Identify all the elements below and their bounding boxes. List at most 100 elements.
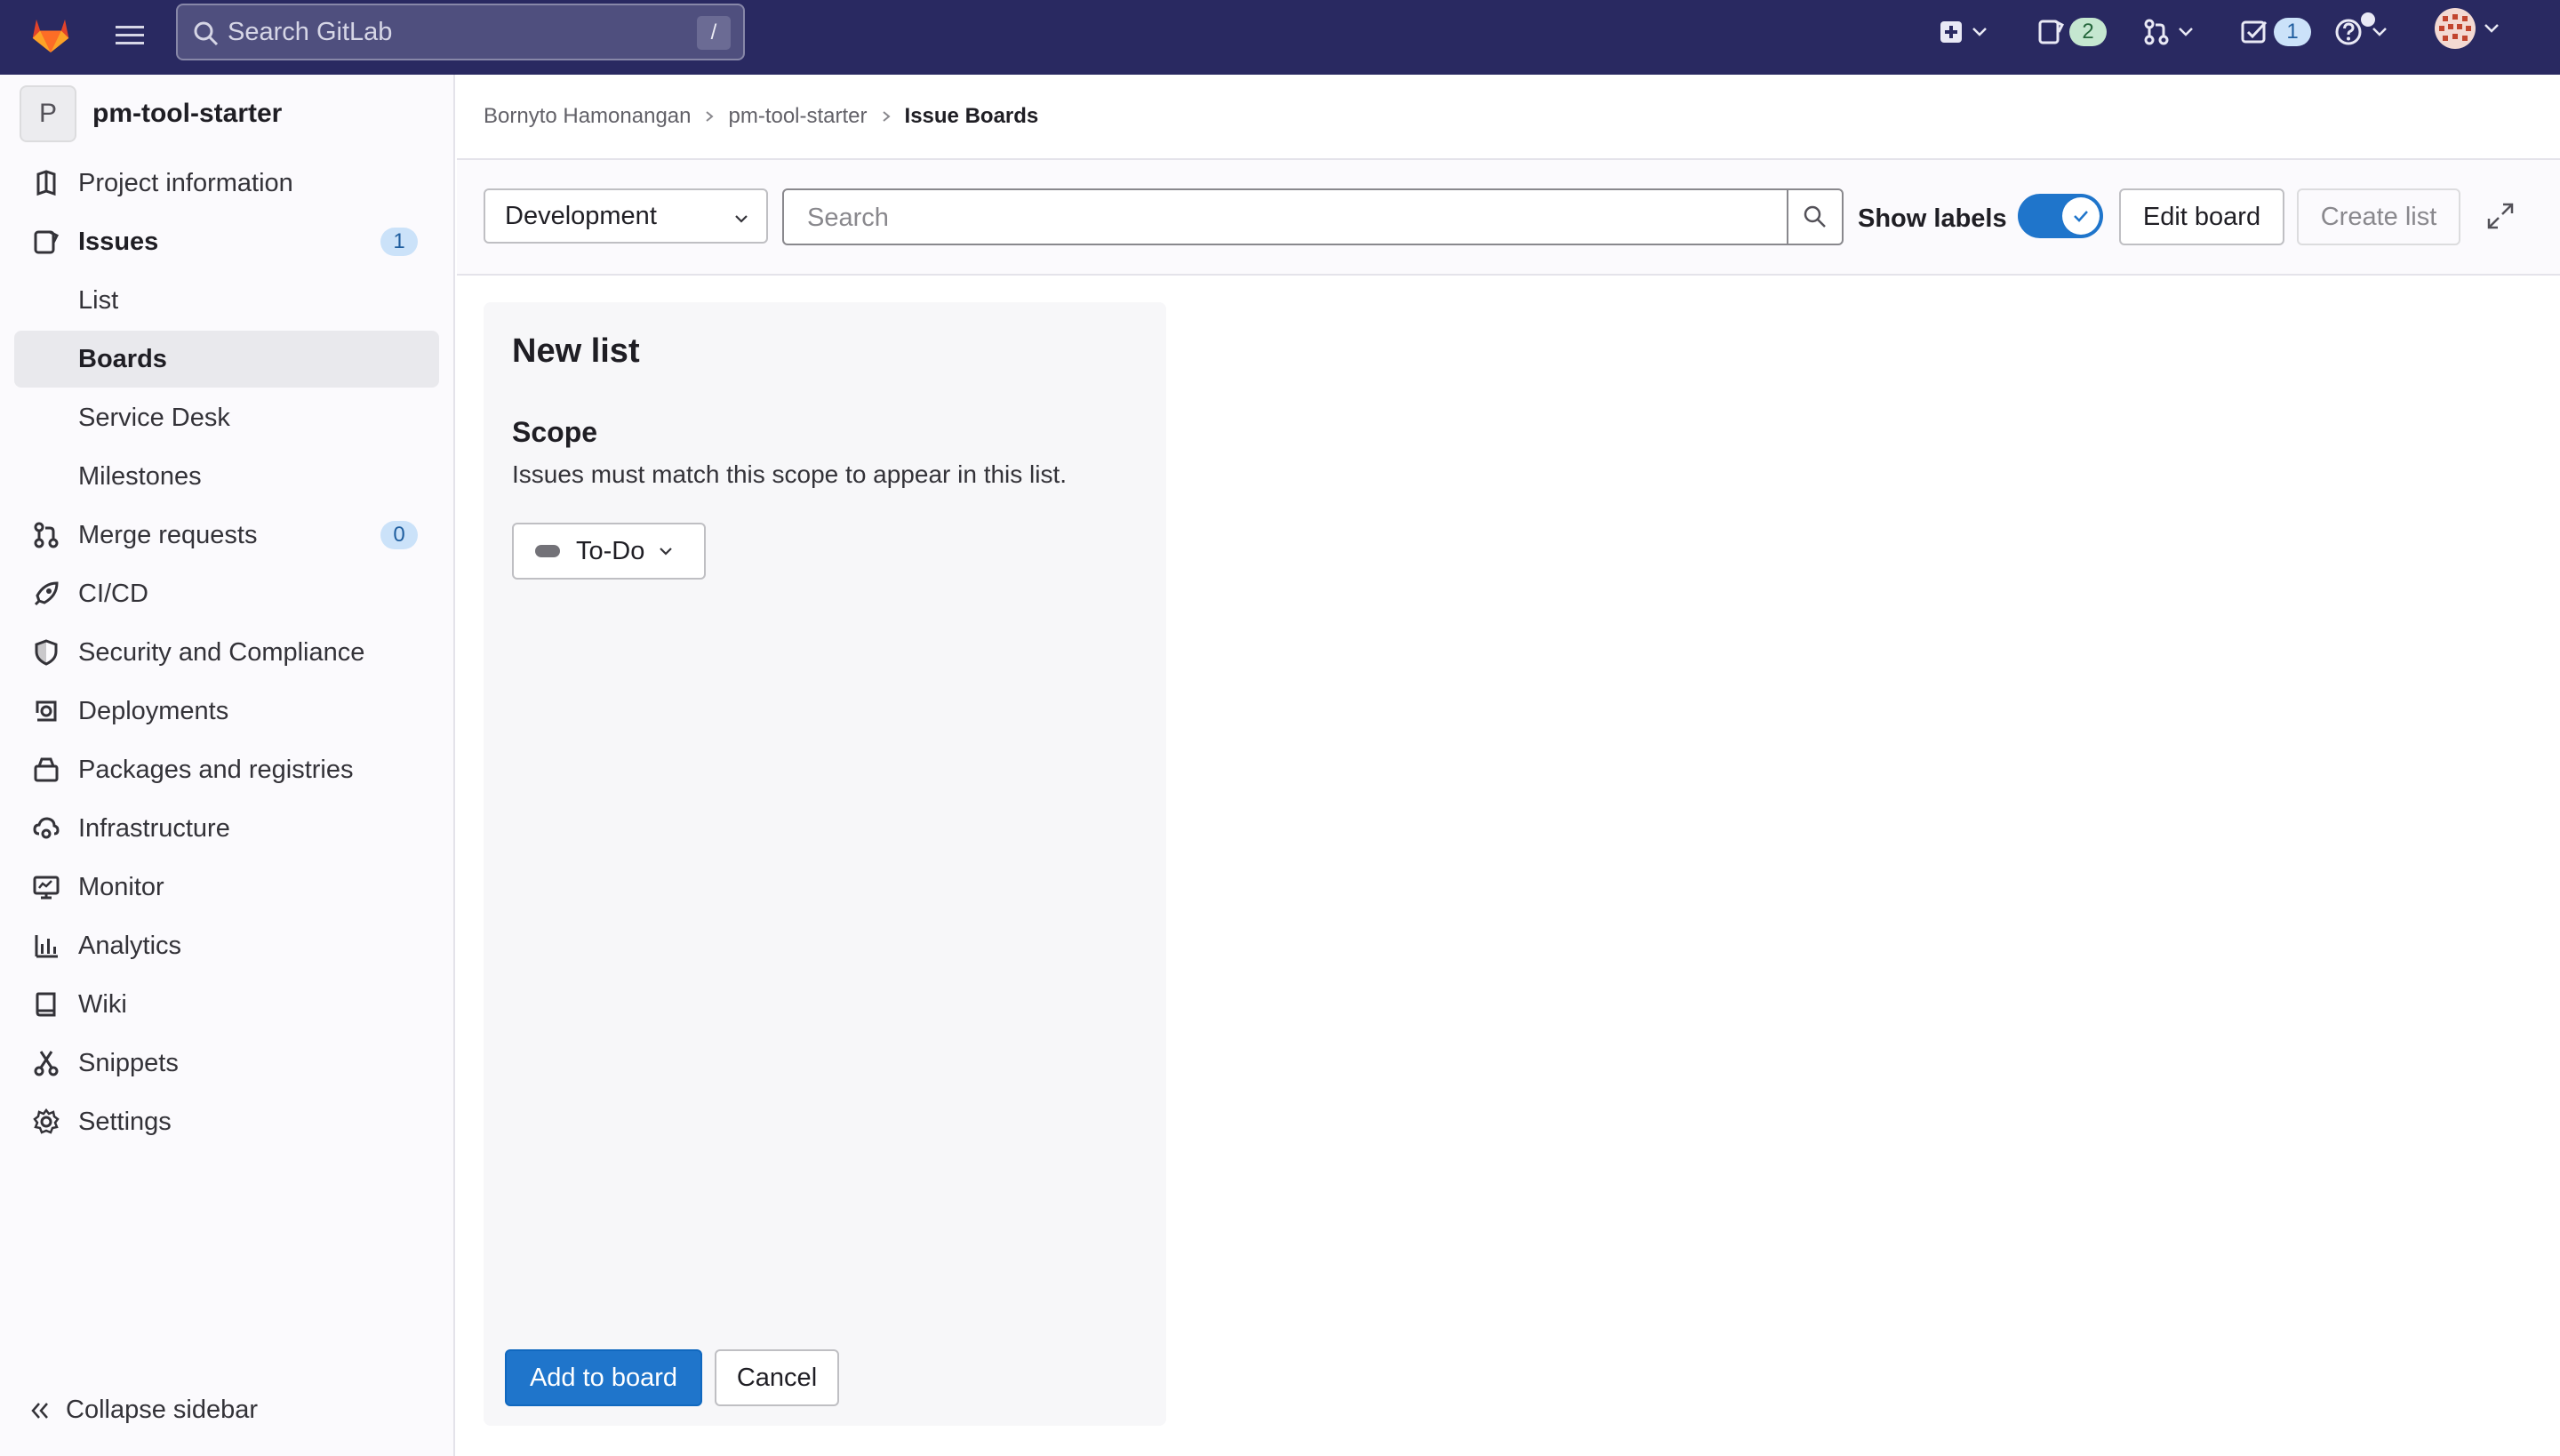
menu-icon[interactable]: [114, 20, 146, 52]
sidebar-item-label: Security and Compliance: [78, 637, 365, 667]
sidebar-item-label: Analytics: [78, 931, 182, 960]
chevron-right-icon: [882, 111, 891, 122]
issues-count-badge: 2: [2069, 18, 2107, 46]
sidebar-item-label: List: [78, 285, 119, 315]
chevron-down-icon: [2484, 24, 2499, 33]
scope-label-dropdown[interactable]: To-Do: [512, 523, 706, 580]
help-notification-dot: [2361, 12, 2375, 27]
sidebar-item-label: Project information: [78, 168, 293, 197]
sidebar-item-milestones[interactable]: Milestones: [14, 448, 439, 505]
search-shortcut-hint: /: [697, 16, 731, 50]
chart-icon: [35, 935, 58, 958]
todo-checkbox-icon: [2241, 20, 2268, 44]
sidebar-item-label: Infrastructure: [78, 813, 230, 843]
new-list-panel: New list Scope Issues must match this sc…: [484, 302, 1166, 1426]
board-search-button[interactable]: [1787, 188, 1844, 245]
new-list-title: New list: [512, 332, 640, 370]
book-icon: [36, 992, 56, 1017]
issues-icon: [2038, 20, 2064, 44]
todos-count-badge: 1: [2274, 18, 2311, 46]
search-icon: [192, 20, 220, 48]
deployments-icon: [36, 700, 57, 722]
sidebar-item-monitor[interactable]: Monitor: [14, 859, 439, 916]
cloud-gear-icon: [33, 817, 60, 839]
global-search-input[interactable]: Search GitLab /: [176, 4, 745, 60]
gitlab-logo-icon[interactable]: [27, 9, 75, 57]
plus-square-icon: [1940, 21, 1962, 43]
sidebar-item-security-and-compliance[interactable]: Security and Compliance: [14, 624, 439, 681]
sidebar-item-label: Settings: [78, 1107, 172, 1136]
project-info-icon: [36, 170, 56, 196]
sidebar-item-label: CI/CD: [78, 579, 148, 608]
show-labels-toggle[interactable]: [2018, 194, 2103, 238]
scope-description: Issues must match this scope to appear i…: [512, 460, 1068, 488]
cancel-button[interactable]: Cancel: [715, 1349, 839, 1406]
sidebar-item-issues[interactable]: Issues 1: [14, 213, 439, 270]
gear-icon: [33, 1108, 60, 1134]
new-menu-button[interactable]: [1938, 14, 1989, 50]
sidebar-item-label: Merge requests: [78, 520, 258, 549]
board-search-input[interactable]: Search: [782, 188, 1788, 245]
sidebar-item-ci-cd[interactable]: CI/CD: [14, 565, 439, 622]
breadcrumb-item[interactable]: Bornyto Hamonangan: [484, 104, 691, 129]
sidebar-item-service-desk[interactable]: Service Desk: [14, 389, 439, 446]
double-chevron-left-icon: [31, 1402, 48, 1419]
issues-count-badge: 1: [380, 228, 418, 256]
fullscreen-expand-icon[interactable]: [2485, 201, 2516, 231]
breadcrumb-current[interactable]: Issue Boards: [905, 104, 1039, 129]
search-icon: [1804, 205, 1826, 228]
sidebar-item-label: Snippets: [78, 1048, 179, 1077]
project-avatar: P: [20, 85, 76, 142]
sidebar-item-settings[interactable]: Settings: [14, 1093, 439, 1150]
sidebar-item-label: Deployments: [78, 696, 229, 725]
search-placeholder: Search GitLab: [228, 18, 393, 46]
user-menu-button[interactable]: [2434, 8, 2501, 49]
sidebar-item-wiki[interactable]: Wiki: [14, 976, 439, 1033]
sidebar-item-packages-and-registries[interactable]: Packages and registries: [14, 741, 439, 798]
sidebar-item-label: Milestones: [78, 461, 202, 491]
sidebar-item-snippets[interactable]: Snippets: [14, 1035, 439, 1092]
shield-icon: [35, 639, 58, 666]
sidebar-item-list[interactable]: List: [14, 272, 439, 329]
chevron-right-icon: [706, 111, 715, 122]
board-switcher-value: Development: [505, 201, 657, 230]
merge-request-icon: [34, 522, 59, 548]
sidebar-item-label: Boards: [78, 344, 167, 373]
sidebar-item-project-information[interactable]: Project information: [14, 155, 439, 212]
sidebar-item-infrastructure[interactable]: Infrastructure: [14, 800, 439, 857]
sidebar-item-analytics[interactable]: Analytics: [14, 917, 439, 974]
merge-requests-button[interactable]: [2142, 14, 2196, 50]
check-icon: [2074, 211, 2088, 222]
rocket-icon: [34, 581, 59, 606]
sidebar-item-label: Packages and registries: [78, 755, 354, 784]
sidebar-item-boards[interactable]: Boards: [14, 331, 439, 388]
todos-button[interactable]: 1: [2240, 14, 2311, 50]
project-name: pm-tool-starter: [92, 99, 283, 128]
package-icon: [34, 757, 59, 782]
scope-heading: Scope: [512, 416, 598, 448]
monitor-icon: [33, 876, 60, 900]
label-color-swatch: [535, 545, 560, 557]
chevron-down-icon: [2372, 28, 2387, 36]
board-filter-bar: Development Search Show labels Edit boar…: [457, 160, 2560, 276]
sidebar-item-merge-requests[interactable]: Merge requests 0: [14, 507, 439, 564]
chevron-down-icon: [1972, 28, 1987, 36]
merge-requests-count-badge: 0: [380, 521, 418, 549]
project-header[interactable]: P pm-tool-starter: [20, 85, 282, 142]
add-to-board-button[interactable]: Add to board: [505, 1349, 702, 1406]
issues-icon: [34, 230, 60, 254]
board-switcher-dropdown[interactable]: Development: [484, 188, 768, 244]
show-labels-label: Show labels: [1858, 204, 2007, 233]
edit-board-button[interactable]: Edit board: [2119, 188, 2284, 245]
sidebar-item-deployments[interactable]: Deployments: [14, 683, 439, 740]
collapse-sidebar-button[interactable]: Collapse sidebar: [28, 1396, 258, 1425]
create-list-button[interactable]: Create list: [2297, 188, 2460, 245]
toggle-knob: [2062, 197, 2100, 235]
sidebar-item-label: Monitor: [78, 872, 164, 901]
scope-label-value: To-Do: [576, 536, 645, 565]
chevron-down-icon: [735, 215, 748, 223]
assigned-issues-button[interactable]: 2: [2037, 14, 2107, 50]
sidebar-item-label: Service Desk: [78, 403, 230, 432]
breadcrumb-item[interactable]: pm-tool-starter: [728, 104, 867, 129]
help-icon: [2335, 19, 2362, 45]
